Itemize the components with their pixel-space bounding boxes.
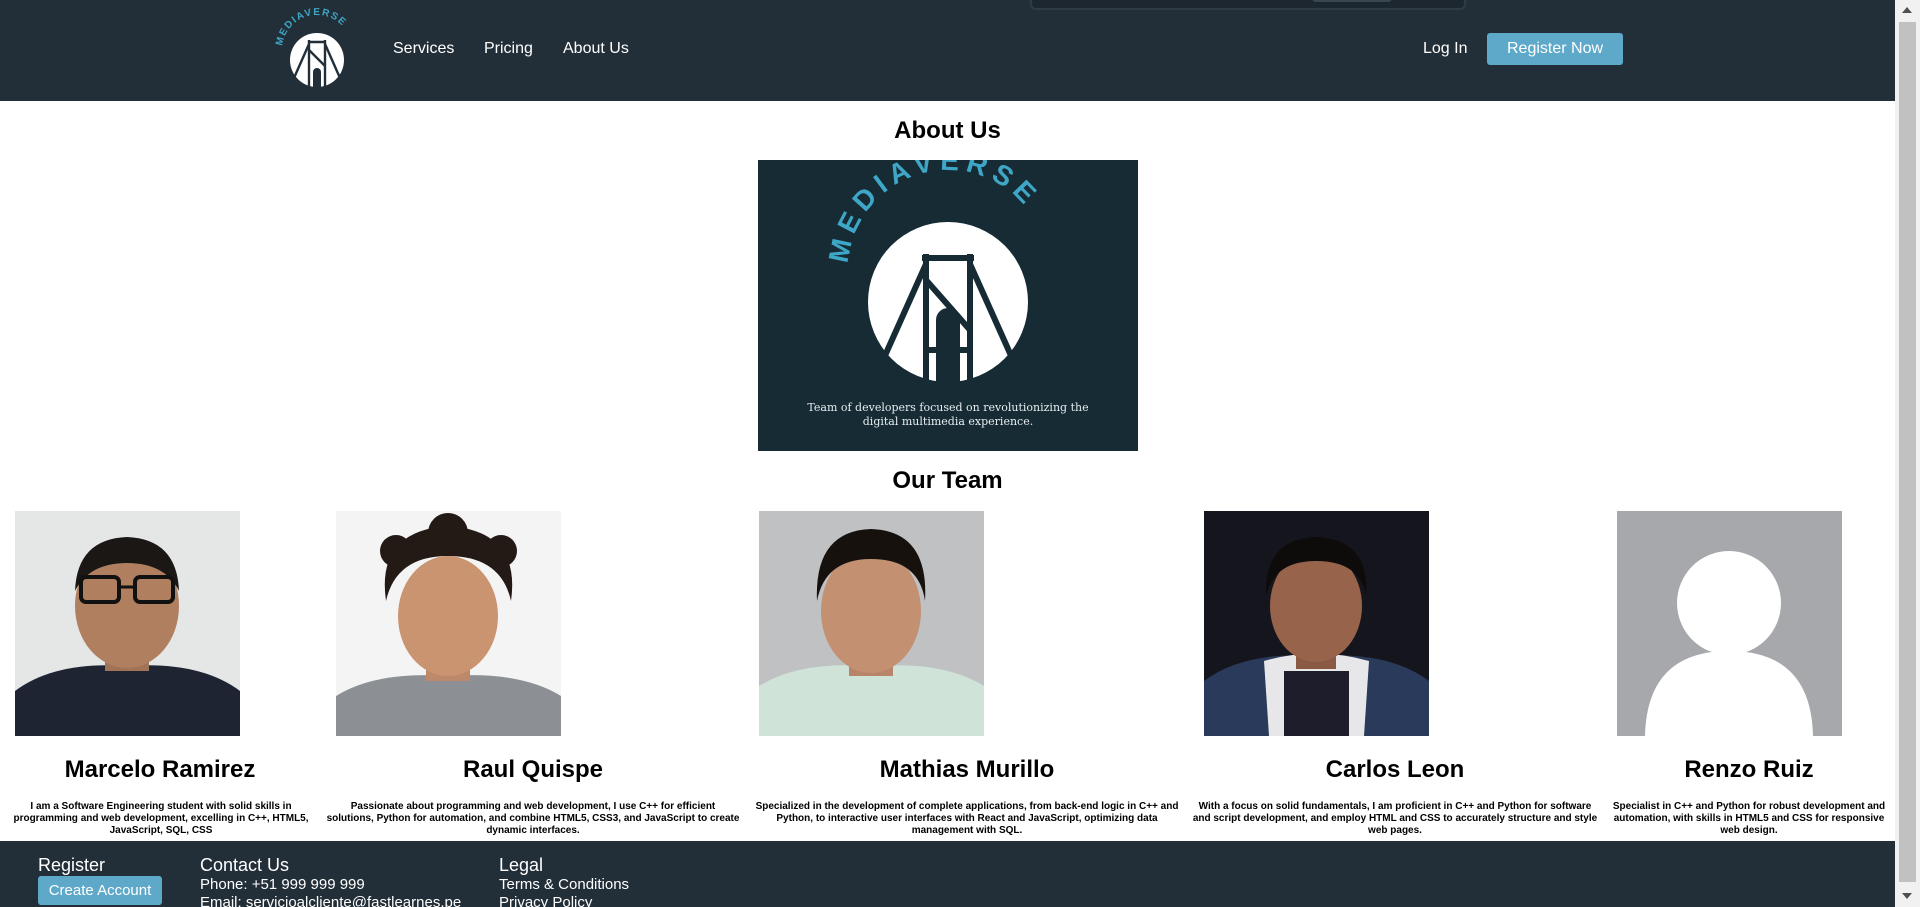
- site-footer: Register Create Account Contact Us Phone…: [0, 841, 1895, 907]
- banner-caption: Team of developers focused on revolution…: [807, 401, 1089, 428]
- member-bio: With a focus on solid fundamentals, I am…: [1192, 801, 1598, 836]
- scroll-thumb[interactable]: [1899, 22, 1916, 882]
- create-account-button[interactable]: Create Account: [38, 876, 162, 905]
- footer-legal-heading: Legal: [499, 855, 544, 875]
- member-name: Renzo Ruiz: [1684, 756, 1814, 783]
- footer-terms-link[interactable]: Terms & Conditions: [499, 876, 629, 893]
- footer-phone: Phone: +51 999 999 999: [200, 876, 365, 893]
- footer-register-heading: Register: [38, 855, 106, 875]
- nav-pricing[interactable]: Pricing: [484, 40, 533, 58]
- footer-privacy-link[interactable]: Privacy Policy: [499, 894, 592, 907]
- about-title: About Us: [894, 117, 1001, 144]
- member-photo-carlos: [1204, 511, 1429, 736]
- member-name: Carlos Leon: [1325, 756, 1465, 783]
- member-photo-mathias: [759, 511, 984, 736]
- mediaverse-logo[interactable]: MEDIAVERSE: [272, 6, 362, 92]
- about-banner: MEDIAVERSE Team of developers focused on…: [758, 160, 1138, 451]
- site-header: MEDIAVERSE Services Pricing About Us Log…: [0, 0, 1895, 101]
- member-bio: I am a Software Engineering student with…: [13, 801, 309, 836]
- member-bio: Passionate about programming and web dev…: [326, 801, 740, 836]
- overlay-pill: [1312, 0, 1392, 2]
- banner-logo-graphic: MEDIAVERSE: [823, 160, 1040, 382]
- member-photo-raul: [336, 511, 561, 736]
- member-name: Marcelo Ramirez: [64, 756, 256, 783]
- default-avatar-icon: [1617, 511, 1842, 736]
- footer-contact-heading: Contact Us: [200, 855, 290, 875]
- register-now-button[interactable]: Register Now: [1487, 33, 1623, 65]
- nav-about-us[interactable]: About Us: [563, 40, 629, 58]
- member-name: Mathias Murillo: [879, 756, 1055, 783]
- top-overlay-bar: [1030, 0, 1466, 10]
- team-title: Our Team: [892, 467, 1003, 494]
- member-photo-marcelo: [15, 511, 240, 736]
- vertical-scrollbar[interactable]: [1895, 0, 1920, 907]
- login-link[interactable]: Log In: [1423, 40, 1467, 58]
- member-name: Raul Quispe: [462, 756, 604, 783]
- page: MEDIAVERSE Services Pricing About Us Log…: [0, 0, 1920, 907]
- scroll-up-arrow-icon[interactable]: [1902, 7, 1912, 13]
- member-bio: Specialist in C++ and Python for robust …: [1612, 801, 1886, 836]
- scroll-down-arrow-icon[interactable]: [1902, 893, 1912, 899]
- nav-services[interactable]: Services: [393, 40, 454, 58]
- member-bio: Specialized in the development of comple…: [755, 801, 1179, 836]
- member-photo-renzo: [1617, 511, 1842, 736]
- footer-email[interactable]: Email: servicioalcliente@fastlearnes.pe: [200, 894, 461, 907]
